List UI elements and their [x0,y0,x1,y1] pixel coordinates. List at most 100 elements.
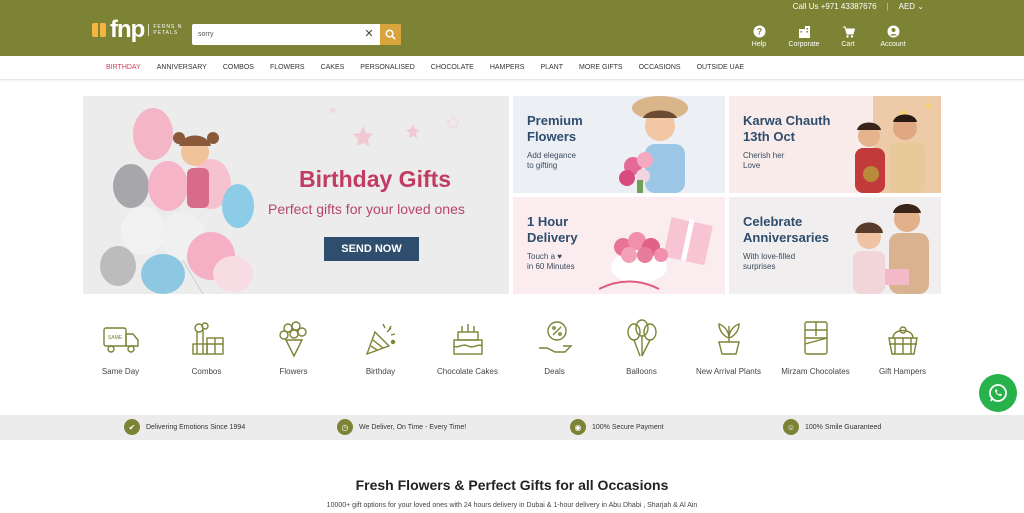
quick-category-birthday[interactable]: Birthday [337,318,424,376]
quick-category-label: Flowers [279,367,308,376]
clock-icon: ◷ [337,419,353,435]
quick-category-label: Same Day [101,367,140,376]
tile-text-line2: to gifting [527,161,558,170]
nav-item-cakes[interactable]: CAKES [321,64,345,71]
plant-icon [717,323,740,355]
nav-item-chocolate[interactable]: CHOCOLATE [431,64,474,71]
search-input[interactable] [198,27,358,42]
logo-subtext: FERNS N PETALS [148,24,182,36]
cart-label: Cart [841,41,855,48]
bouquet-icon [278,321,307,358]
whatsapp-button[interactable] [979,374,1017,412]
header-bar: Call Us +971 43387676 | AED ⌄ fnp FERNS … [0,0,1024,56]
search-button[interactable] [380,24,401,45]
quick-category-label: Birthday [365,367,396,376]
send-now-button[interactable]: SEND NOW [324,237,419,261]
discount-hand-icon [538,321,573,353]
nav-item-hampers[interactable]: HAMPERS [490,64,525,71]
tile-title-line1: Karwa Chauth [743,113,831,128]
trust-strip: ✔ Delivering Emotions Since 1994 ◷ We De… [0,415,1024,440]
celebrate-anniversaries-tile[interactable]: Celebrate Anniversaries With love-filled s… [729,197,941,294]
nav-item-flowers[interactable]: FLOWERS [270,64,305,71]
svg-text:SAME: SAME [107,335,122,341]
trust-label: 100% Secure Payment [592,423,664,431]
one-hour-delivery-tile[interactable]: 1 Hour Delivery Touch a ♥ in 60 Minutes [513,197,725,294]
search-box: ✕ [192,24,401,45]
premium-flowers-tile[interactable]: Premium Flowers Add elegance to gifting [513,96,725,193]
tile-title-line1: 1 Hour [527,214,569,229]
hamper-icon [887,326,918,355]
trust-item: ☺ 100% Smile Guaranteed [783,419,881,435]
trust-label: Delivering Emotions Since 1994 [146,423,246,431]
top-strip: Call Us +971 43387676 | AED ⌄ [793,2,924,11]
nav-item-anniversary[interactable]: ANNIVERSARY [157,64,207,71]
nav-item-personalised[interactable]: PERSONALISED [360,64,414,71]
quick-category-same-day[interactable]: SAME Same Day [77,318,164,376]
quick-category-label: Mirzam Chocolates [781,367,850,376]
quick-category-mirzam-chocolates[interactable]: Mirzam Chocolates [772,318,859,376]
quick-category-label: Combos [191,367,222,376]
corporate-label: Corporate [788,41,820,48]
tile-text: Cherish her Love [743,151,784,171]
quick-category-combos[interactable]: Combos [163,318,250,376]
trust-item: ◷ We Deliver, On Time - Every Time! [337,419,466,435]
cart-link[interactable]: Cart [823,25,873,48]
quick-category-label: Deals [544,367,565,376]
star-decoration-icon [329,106,460,146]
nav-item-more-gifts[interactable]: MORE GIFTS [579,64,623,71]
section-title: Fresh Flowers & Perfect Gifts for all Oc… [355,477,669,493]
secure-icon: ◉ [570,419,586,435]
account-icon [868,25,918,38]
tile-text-line1: Touch a ♥ [527,252,562,261]
help-link[interactable]: ? Help [734,25,784,48]
thumbs-up-icon: ✔ [124,419,140,435]
fnp-logo[interactable]: fnp FERNS N PETALS [92,18,182,42]
currency-selector[interactable]: AED ⌄ [899,2,924,11]
balloons-illustration [100,108,254,294]
quick-category-new-arrival-plants[interactable]: New Arrival Plants [685,318,772,376]
tile-title: Premium Flowers [527,113,583,145]
chevron-down-icon: ⌄ [917,2,924,11]
quick-category-label: New Arrival Plants [696,367,761,376]
nav-item-outside-uae[interactable]: OUTSIDE UAE [697,64,744,71]
corporate-icon [779,25,829,38]
whatsapp-icon [989,384,1007,402]
call-us-text[interactable]: Call Us +971 43387676 [793,2,877,11]
roses-gift-box-image [599,217,713,290]
anniversary-couple-image [853,204,929,294]
birthday-hero-banner[interactable]: Birthday Gifts Perfect gifts for your lo… [83,96,509,294]
account-label: Account [880,41,906,48]
tile-text-line1: Add elegance [527,151,576,160]
chocolate-bar-icon [803,321,828,355]
cake-icon [452,324,483,355]
quick-category-chocolate-cakes[interactable]: Chocolate Cakes [424,318,511,376]
tile-text-line2: Love [743,161,761,170]
nav-item-plant[interactable]: PLANT [540,64,563,71]
section-subtitle: 10000+ gift options for your loved ones … [326,502,698,509]
nav-item-birthday[interactable]: BIRTHDAY [106,64,141,71]
currency-label: AED [898,2,916,11]
corporate-link[interactable]: Corporate [779,25,829,48]
quick-category-balloons[interactable]: Balloons [598,318,685,376]
nav-item-occasions[interactable]: OCCASIONS [639,64,681,71]
tile-title-line1: Celebrate [743,214,803,229]
search-icon [385,29,396,40]
quick-category-flowers[interactable]: Flowers [250,318,337,376]
account-link[interactable]: Account [868,25,918,48]
tile-title-line2: Flowers [527,129,577,144]
tile-title-line2: Delivery [527,230,578,245]
logo-wordmark: fnp [110,16,145,43]
karwa-chauth-tile[interactable]: Karwa Chauth 13th Oct Cherish her Love [729,96,941,193]
quick-category-label: Balloons [626,367,657,376]
quick-category-deals[interactable]: Deals [511,318,598,376]
separator: | [886,2,889,11]
trust-label: We Deliver, On Time - Every Time! [359,423,467,431]
quick-category-label: Chocolate Cakes [437,367,498,376]
nav-item-combos[interactable]: COMBOS [223,64,254,71]
category-nav: BIRTHDAY ANNIVERSARY COMBOS FLOWERS CAKE… [0,56,1024,80]
tile-text-line2: surprises [743,262,776,271]
clear-search-icon[interactable]: ✕ [362,27,376,40]
quick-category-gift-hampers[interactable]: Gift Hampers [859,318,946,376]
party-popper-icon [365,323,395,356]
tile-title-line2: 13th Oct [743,129,796,144]
